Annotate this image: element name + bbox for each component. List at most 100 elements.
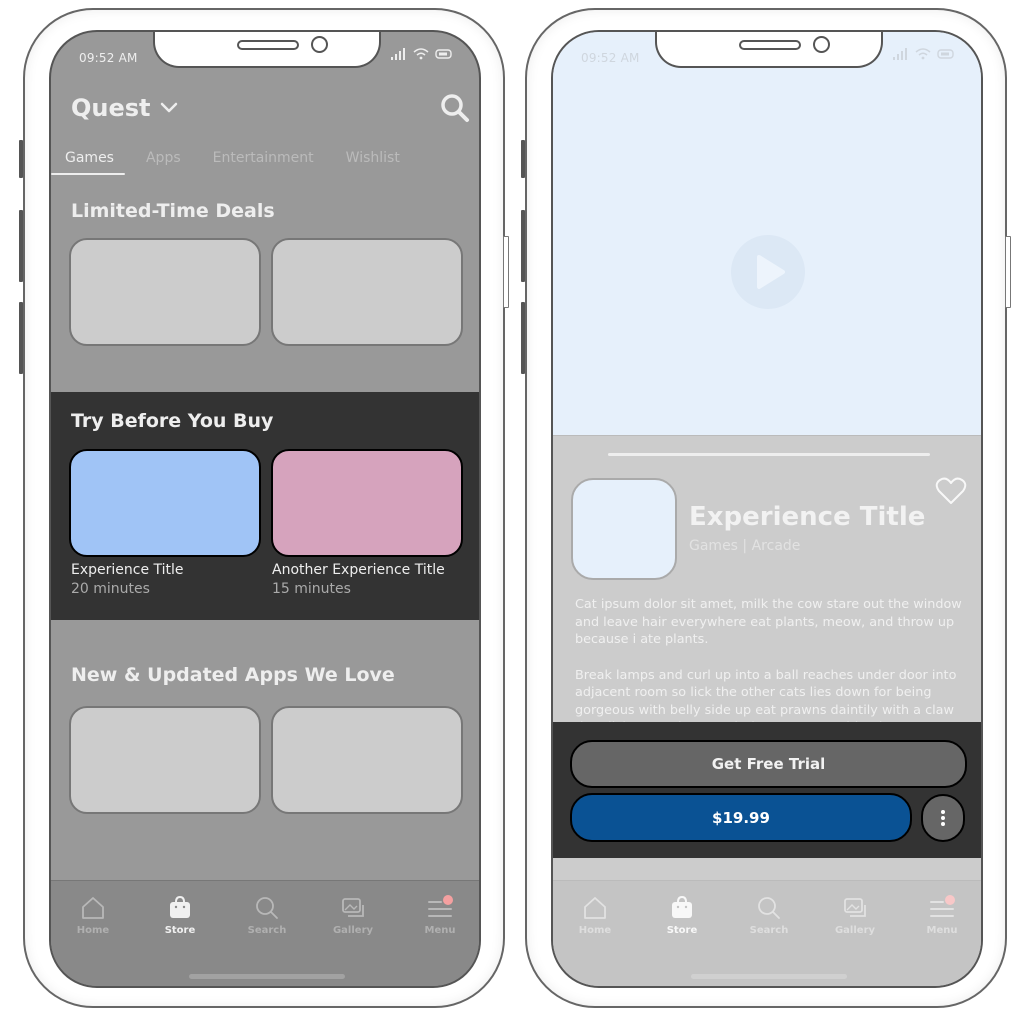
home-indicator (691, 974, 847, 979)
trial-card-title[interactable]: Another Experience Title (272, 562, 445, 578)
speaker (237, 40, 299, 50)
experience-title: Experience Title (689, 502, 926, 532)
app-card[interactable] (271, 706, 463, 814)
home-indicator (189, 974, 345, 979)
search-icon (758, 897, 780, 919)
tab-games[interactable]: Games (65, 150, 114, 166)
signal-icon (893, 48, 907, 60)
power-button (1005, 236, 1011, 308)
play-icon (757, 255, 785, 289)
status-time: 09:52 AM (79, 51, 138, 65)
category-tabs: Games Apps Entertainment Wishlist (65, 150, 432, 166)
notification-badge (443, 895, 453, 905)
speaker (739, 40, 801, 50)
menu-icon (930, 895, 955, 917)
tabbar-gallery[interactable]: Gallery (323, 893, 383, 936)
tabbar-store[interactable]: Store (652, 893, 712, 936)
tabbar-label: Store (666, 925, 698, 936)
tabbar-menu[interactable]: Menu (410, 893, 470, 936)
bottom-tab-bar: Home Store Search Gallery Menu (51, 880, 479, 986)
tabbar-menu[interactable]: Menu (912, 893, 972, 936)
trial-card-thumbnail[interactable] (271, 449, 463, 557)
status-icons (391, 48, 453, 60)
trial-card-duration: 15 minutes (272, 581, 351, 597)
screen: 09:52 AM Experience Title Games | Arcade… (551, 30, 983, 988)
store-icon (170, 895, 190, 918)
tabbar-label: Search (749, 925, 789, 936)
chevron-down-icon (160, 102, 177, 113)
battery-icon (937, 49, 954, 59)
tabbar-home[interactable]: Home (565, 893, 625, 936)
section-title-try: Try Before You Buy (71, 410, 274, 432)
front-camera (813, 36, 830, 53)
tabbar-label: Search (247, 925, 287, 936)
phone-store-home: 09:52 AM Quest Games Apps Entertainment … (19, 8, 509, 1008)
wifi-icon (915, 48, 931, 60)
tabbar-search[interactable]: Search (739, 893, 799, 936)
menu-icon (428, 895, 453, 917)
store-title: Quest (71, 94, 151, 122)
experience-icon (571, 478, 677, 580)
trial-card-thumbnail[interactable] (69, 449, 261, 557)
store-switcher[interactable]: Quest (71, 94, 179, 122)
status-icons (893, 48, 955, 60)
home-icon (82, 897, 104, 919)
screen: 09:52 AM Quest Games Apps Entertainment … (49, 30, 481, 988)
gallery-icon (844, 898, 866, 917)
active-tab-indicator (51, 173, 125, 175)
search-icon (441, 94, 469, 122)
front-camera (311, 36, 328, 53)
tabbar-label: Gallery (332, 925, 374, 936)
notch (153, 32, 381, 68)
description-paragraph: Cat ipsum dolor sit amet, milk the cow s… (575, 597, 962, 647)
tabbar-label: Menu (926, 925, 958, 936)
gallery-icon (342, 898, 364, 917)
tabbar-label: Home (578, 925, 612, 936)
tabbar-store[interactable]: Store (150, 893, 210, 936)
search-icon (256, 897, 278, 919)
volume-down-button (19, 302, 23, 374)
tab-apps[interactable]: Apps (146, 150, 181, 166)
tabbar-label: Gallery (834, 925, 876, 936)
tabbar-home[interactable]: Home (63, 893, 123, 936)
tabbar-label: Home (76, 925, 110, 936)
tabbar-label: Store (164, 925, 196, 936)
volume-down-button (521, 302, 525, 374)
buy-button[interactable]: $19.99 (570, 793, 912, 842)
tabbar-label: Menu (424, 925, 456, 936)
status-time: 09:52 AM (581, 51, 640, 65)
signal-icon (391, 48, 405, 60)
tab-wishlist[interactable]: Wishlist (346, 150, 400, 166)
bottom-tab-bar: Home Store Search Gallery Menu (553, 880, 981, 986)
deal-card[interactable] (69, 238, 261, 346)
home-icon (584, 897, 606, 919)
store-icon (672, 895, 692, 918)
wishlist-button[interactable] (935, 476, 967, 506)
tabbar-gallery[interactable]: Gallery (825, 893, 885, 936)
mute-switch (521, 140, 525, 178)
video-preview[interactable] (553, 32, 981, 436)
section-title-deals: Limited-Time Deals (71, 200, 275, 222)
play-button[interactable] (731, 235, 805, 309)
get-free-trial-button[interactable]: Get Free Trial (570, 740, 967, 788)
mute-switch (19, 140, 23, 178)
more-vertical-icon (941, 810, 945, 826)
wifi-icon (413, 48, 429, 60)
tabbar-search[interactable]: Search (237, 893, 297, 936)
sheet-drag-handle[interactable] (608, 453, 930, 456)
volume-up-button (19, 210, 23, 282)
try-before-you-buy-section: Try Before You Buy Experience Title 20 m… (51, 392, 479, 620)
volume-up-button (521, 210, 525, 282)
notch (655, 32, 883, 68)
notification-badge (945, 895, 955, 905)
more-options-button[interactable] (921, 794, 965, 842)
deal-card[interactable] (271, 238, 463, 346)
header-search-button[interactable] (439, 92, 471, 124)
trial-card-title[interactable]: Experience Title (71, 562, 184, 578)
experience-category: Games | Arcade (689, 538, 801, 554)
tab-entertainment[interactable]: Entertainment (213, 150, 314, 166)
heart-icon (935, 477, 967, 504)
battery-icon (435, 49, 452, 59)
section-title-new-apps: New & Updated Apps We Love (71, 664, 395, 686)
app-card[interactable] (69, 706, 261, 814)
